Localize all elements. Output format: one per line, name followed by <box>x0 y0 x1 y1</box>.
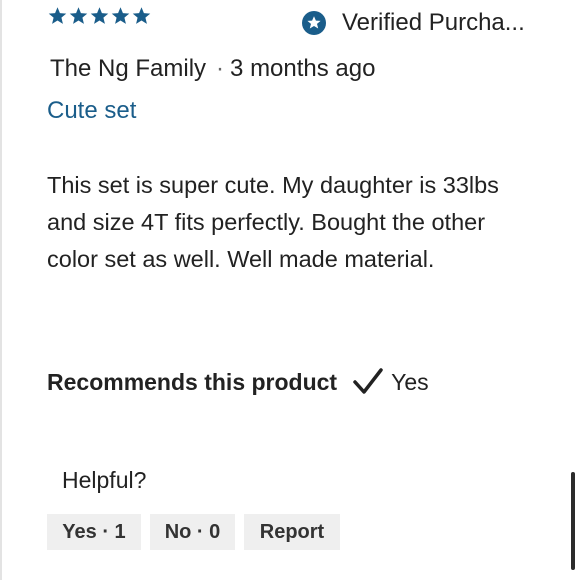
star-rating <box>47 6 152 26</box>
meta-separator: · <box>216 55 225 82</box>
feedback-actions: Yes · 1 No · 0 Report <box>47 514 340 550</box>
review-date: 3 months ago <box>230 55 376 82</box>
review-card: Verified Purcha... The Ng Family · 3 month… <box>0 0 580 580</box>
left-divider <box>0 0 2 580</box>
recommends-row: Recommends this product Yes <box>47 367 429 397</box>
helpful-label: Helpful? <box>62 467 147 493</box>
star-icon <box>111 7 130 24</box>
recommends-value: Yes <box>391 369 429 395</box>
star-icon <box>48 7 67 24</box>
star-icon <box>132 7 151 24</box>
star-icon <box>69 7 88 24</box>
verified-purchase-badge: Verified Purcha... <box>302 8 525 38</box>
verified-purchase-label: Verified Purcha... <box>342 9 525 36</box>
review-title: Cute set <box>47 97 137 124</box>
recommends-label: Recommends this product <box>47 369 338 395</box>
helpful-no-button[interactable]: No · 0 <box>150 514 235 550</box>
checkmark-icon <box>353 368 383 394</box>
verified-star-icon <box>302 11 326 35</box>
star-icon <box>90 7 109 24</box>
report-button[interactable]: Report <box>244 514 340 550</box>
helpful-yes-button[interactable]: Yes · 1 <box>47 514 141 550</box>
review-body: This set is super cute. My daughter is 3… <box>47 172 499 272</box>
scrollbar[interactable] <box>571 472 575 570</box>
review-author: The Ng Family <box>50 55 207 82</box>
review-meta: The Ng Family · 3 months ago <box>50 54 375 84</box>
